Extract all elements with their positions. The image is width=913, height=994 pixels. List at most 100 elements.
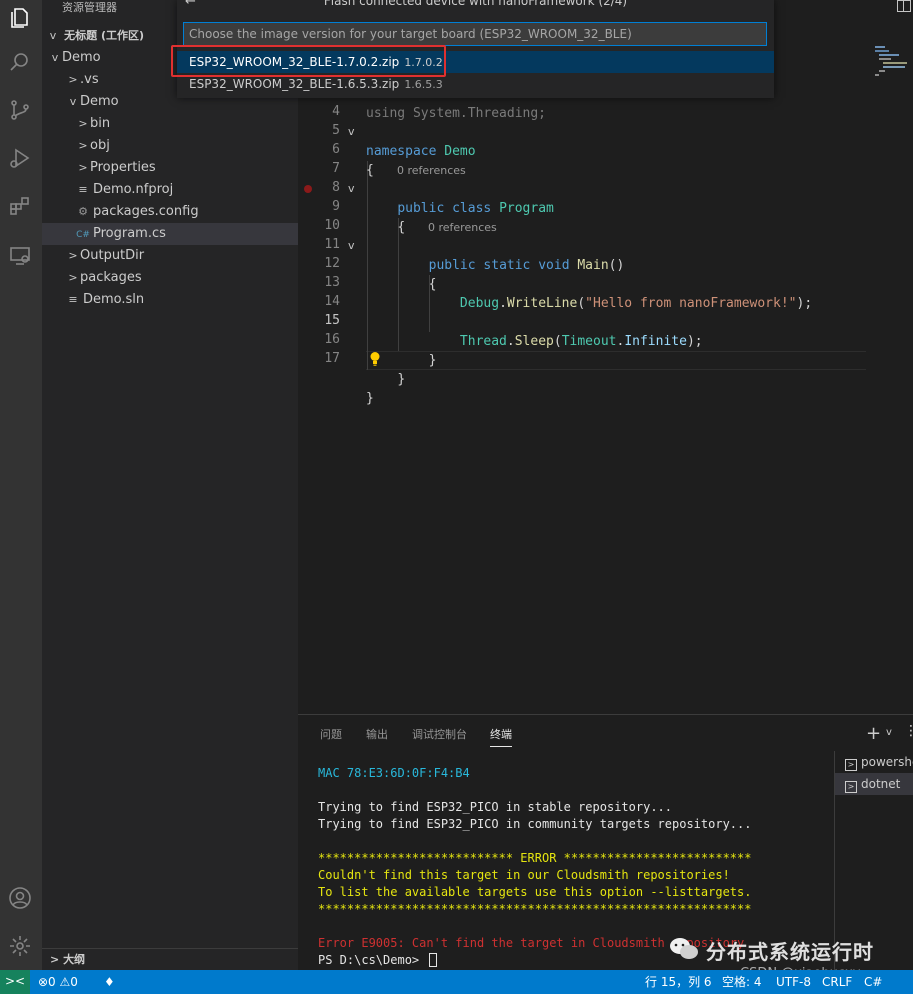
- code-editor[interactable]: using System.Threading; 4 5 6 7 8 9 10 11 12 13 14…: [298, 0, 913, 714]
- watermark: 分布式系统运行时: [668, 932, 908, 968]
- quick-pick-input[interactable]: [183, 22, 767, 46]
- cursor-position[interactable]: 行 15，列 6: [645, 971, 712, 993]
- status-bar: >< ⊗0 ⚠0 ♦ 行 15，列 6 空格: 4 UTF-8 CRLF C#: [0, 970, 913, 994]
- tree-item-label: Program.cs: [93, 226, 166, 241]
- chevron-down-icon: v: [49, 29, 57, 42]
- chevron-right-icon: >: [78, 161, 88, 174]
- terminal-line: ****************************************…: [318, 901, 828, 918]
- code-line-13: Thread.Sleep(Timeout.Infinite);: [459, 334, 703, 349]
- terminal-line-text: Couldn't find this target in our Cloudsm…: [318, 868, 730, 882]
- tree-item-label: obj: [90, 138, 110, 153]
- account-icon[interactable]: [6, 884, 34, 912]
- tree-item[interactable]: ≡ Demo.sln: [42, 289, 298, 311]
- code-line-11: Debug.WriteLine("Hello from nanoFramewor…: [459, 296, 813, 311]
- indentation[interactable]: 空格: 4: [722, 971, 762, 993]
- search-icon[interactable]: [6, 48, 34, 76]
- tab-debug-console[interactable]: 调试控制台: [412, 727, 467, 747]
- chevron-down-icon[interactable]: v: [886, 727, 892, 738]
- extensions-icon[interactable]: [6, 192, 34, 220]
- explorer-icon[interactable]: [6, 4, 34, 32]
- terminal-line-text: Trying to find ESP32_PICO in community t…: [318, 817, 752, 831]
- terminal-line-text: ****************************************…: [318, 902, 752, 916]
- terminal-item-dotnet[interactable]: > dotnet: [835, 773, 913, 795]
- csharp-icon: C#: [76, 230, 90, 240]
- tree-item[interactable]: C# Program.cs: [42, 223, 298, 245]
- code-line-6: {: [366, 163, 374, 178]
- fold-chevron-icon[interactable]: v: [348, 125, 355, 138]
- tree-item[interactable]: ≡ Demo.nfproj: [42, 179, 298, 201]
- terminal-line: Couldn't find this target in our Cloudsm…: [318, 867, 828, 884]
- tab-terminal[interactable]: 终端: [490, 727, 512, 747]
- watermark-text: 分布式系统运行时: [706, 940, 874, 964]
- problems-indicator[interactable]: ⊗0 ⚠0: [38, 971, 78, 993]
- code-line-5: namespace Demo: [366, 144, 476, 159]
- run-debug-icon[interactable]: [6, 144, 34, 172]
- source-control-icon[interactable]: [6, 96, 34, 124]
- lightbulb-icon[interactable]: [369, 351, 381, 367]
- terminal-line-text: PS D:\cs\Demo>: [318, 953, 427, 967]
- terminal-line-text: To list the available targets use this o…: [318, 885, 752, 899]
- chevron-down-icon: v: [69, 95, 77, 108]
- fold-chevron-icon[interactable]: v: [348, 239, 355, 252]
- chevron-right-icon: >: [68, 271, 78, 284]
- file-icon: ≡: [68, 293, 78, 306]
- chevron-right-icon: >: [68, 73, 78, 86]
- tree-item-label: Demo: [80, 94, 119, 109]
- tab-output[interactable]: 输出: [366, 727, 388, 747]
- chevron-right-icon: >: [50, 953, 60, 966]
- terminal-line-text: *************************** ERROR ******…: [318, 851, 752, 865]
- encoding[interactable]: UTF-8: [776, 971, 811, 993]
- terminal-line: Trying to find ESP32_PICO in stable repo…: [318, 799, 828, 816]
- tree-item-label: bin: [90, 116, 111, 131]
- explorer-sidebar: 资源管理器 v 无标题 (工作区) v Demo > .vs v Demo > bin > obj…: [42, 0, 298, 970]
- sidebar-title: 资源管理器: [62, 1, 117, 14]
- code-line-16: }: [366, 391, 374, 406]
- codelens-references[interactable]: 0 references: [397, 161, 466, 180]
- chevron-right-icon: >: [78, 117, 88, 130]
- codelens-references[interactable]: 0 references: [428, 218, 497, 237]
- terminal-item-powershell[interactable]: >powershell: [835, 751, 913, 773]
- remote-indicator[interactable]: ><: [0, 970, 30, 994]
- tree-item[interactable]: > packages: [42, 267, 298, 289]
- settings-gear-icon[interactable]: [6, 932, 34, 960]
- terminal-line: *************************** ERROR ******…: [318, 850, 828, 867]
- tree-item-label: OutputDir: [80, 248, 145, 263]
- code-line-8: {: [397, 220, 406, 235]
- new-terminal-icon[interactable]: +: [866, 723, 881, 744]
- code-line-14: }: [428, 353, 437, 368]
- tree-item[interactable]: ⚙ packages.config: [42, 201, 298, 223]
- gear-icon: ⚙: [78, 205, 88, 218]
- more-icon[interactable]: ⋮: [904, 723, 913, 739]
- wechat-icon: [670, 938, 698, 959]
- tab-problems[interactable]: 问题: [320, 727, 342, 747]
- terminal-line: MAC 78:E3:6D:0F:F4:B4: [318, 765, 828, 782]
- tree-item[interactable]: > Properties: [42, 157, 298, 179]
- activity-bar: [0, 0, 42, 970]
- tree-item-label: .vs: [80, 72, 99, 87]
- remote-explorer-icon[interactable]: [6, 242, 34, 270]
- line-ending[interactable]: CRLF: [822, 971, 852, 993]
- terminal-cursor: [429, 953, 438, 967]
- terminal-line: Trying to find ESP32_PICO in community t…: [318, 816, 828, 833]
- tree-item-label: Properties: [90, 160, 156, 175]
- split-editor-icon[interactable]: [897, 0, 911, 12]
- tree-item[interactable]: > OutputDir: [42, 245, 298, 267]
- language-mode[interactable]: C#: [864, 971, 882, 993]
- minimap[interactable]: [873, 44, 909, 78]
- fold-chevron-icon[interactable]: v: [348, 182, 355, 195]
- terminal-icon: >: [845, 781, 857, 793]
- code-using-threading: using System.Threading;: [366, 106, 547, 121]
- chevron-right-icon: >: [68, 249, 78, 262]
- code-line-15: }: [397, 372, 406, 387]
- terminal-line-text: Trying to find ESP32_PICO in stable repo…: [318, 800, 673, 814]
- flame-icon[interactable]: ♦: [104, 971, 115, 993]
- chevron-right-icon: >: [78, 139, 88, 152]
- tree-item[interactable]: > obj: [42, 135, 298, 157]
- tree-item-label: packages: [80, 270, 142, 285]
- outline-section[interactable]: > 大纲: [42, 948, 298, 970]
- tree-item-label: Demo: [62, 50, 101, 65]
- terminal-line: To list the available targets use this o…: [318, 884, 828, 901]
- tree-item[interactable]: > bin: [42, 113, 298, 135]
